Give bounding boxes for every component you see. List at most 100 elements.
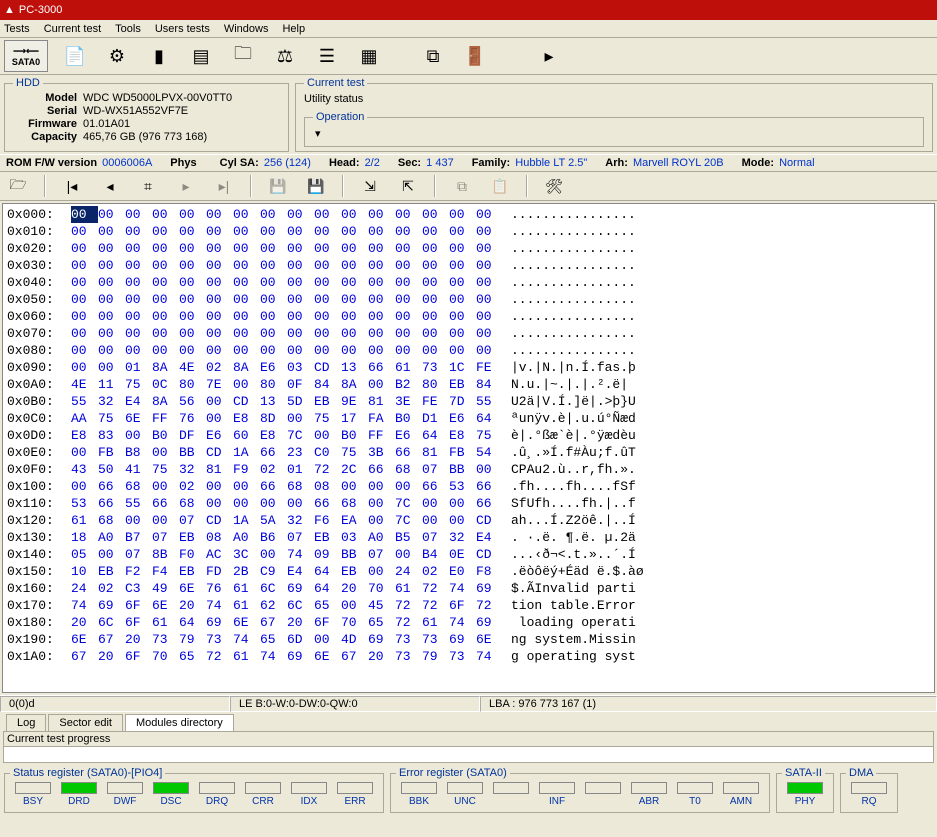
tools-icon[interactable]: 🛠 — [542, 174, 566, 198]
goto-icon[interactable]: ⌗ — [136, 174, 160, 198]
flag-drq: DRQ — [194, 782, 240, 807]
hex-editor[interactable]: 0x000:00000000000000000000000000000000..… — [2, 203, 935, 693]
hex-row[interactable]: 0x010:00000000000000000000000000000000..… — [7, 223, 930, 240]
error-register: Error register (SATA0) BBKUNCINFABRT0AMN — [390, 767, 770, 813]
hex-row[interactable]: 0x100:00666800020000666808000000665366.f… — [7, 478, 930, 495]
menu-current-test[interactable]: Current test — [44, 23, 101, 35]
tab-modules-directory[interactable]: Modules directory — [125, 714, 234, 731]
hdd-firmware: 01.01A01 — [83, 118, 130, 130]
play-icon[interactable]: ▸ — [534, 40, 564, 72]
balance-icon[interactable]: ⚖ — [270, 40, 300, 72]
mode: Normal — [779, 157, 814, 169]
hex-row[interactable]: 0x0A0:4E11750C807E00800F848A00B280EB84N.… — [7, 376, 930, 393]
savesel-icon[interactable]: 💾 — [304, 174, 328, 198]
menu-help[interactable]: Help — [282, 23, 305, 35]
current-test-panel: Current test Utility status Operation ▾ — [295, 77, 933, 152]
hex-toolbar: 🗁 |◂ ◂ ⌗ ▸ ▸| 💾 💾 ⇲ ⇱ ⧉ 📋 🛠 — [0, 172, 937, 201]
copy-icon[interactable]: ⧉ — [450, 174, 474, 198]
dma-register: DMA RQ — [840, 767, 898, 813]
tab-log[interactable]: Log — [6, 714, 46, 731]
ct-legend: Current test — [304, 77, 367, 89]
hex-row[interactable]: 0x020:00000000000000000000000000000000..… — [7, 240, 930, 257]
hex-row[interactable]: 0x0F0:435041753281F90201722C666807BB00CP… — [7, 461, 930, 478]
hex-row[interactable]: 0x130:18A0B707EB08A0B607EB03A0B50732E4. … — [7, 529, 930, 546]
chevron-down-icon: ▾ — [315, 128, 321, 140]
doc-icon[interactable]: 📄 — [60, 40, 90, 72]
registers-panel: Status register (SATA0)-[PIO4] BSYDRDDWF… — [0, 763, 937, 817]
status-lba: LBA : 976 773 167 (1) — [480, 696, 937, 712]
rom-version: 0006006A — [102, 157, 152, 169]
hex-row[interactable]: 0x060:00000000000000000000000000000000..… — [7, 308, 930, 325]
flag-dsc: DSC — [148, 782, 194, 807]
hex-row[interactable]: 0x190:6E672073797374656D004D697373696Eng… — [7, 631, 930, 648]
stack-icon[interactable]: ☰ — [312, 40, 342, 72]
head: 2/2 — [365, 157, 380, 169]
first-icon[interactable]: |◂ — [60, 174, 84, 198]
tab-sector-edit[interactable]: Sector edit — [48, 714, 123, 731]
sata0-button[interactable]: ⟶⟵ SATA0 — [4, 40, 48, 72]
family: Hubble LT 2.5" — [515, 157, 587, 169]
hex-row[interactable]: 0x070:00000000000000000000000000000000..… — [7, 325, 930, 342]
hex-row[interactable]: 0x180:206C6F6164696E67206F706572617469 l… — [7, 614, 930, 631]
flag-blank — [488, 782, 534, 807]
hex-row[interactable]: 0x140:0500078BF0AC3C007409BB0700B40ECD..… — [7, 546, 930, 563]
hdd-capacity: 465,76 GB (976 773 168) — [83, 131, 207, 143]
flag-crr: CRR — [240, 782, 286, 807]
hdd-legend: HDD — [13, 77, 43, 89]
folder-icon[interactable]: 🗀 — [228, 40, 258, 72]
grid-icon[interactable]: ▦ — [354, 40, 384, 72]
app-logo-icon: ▲ — [4, 4, 15, 16]
last-icon[interactable]: ▸| — [212, 174, 236, 198]
import-icon[interactable]: ⇲ — [358, 174, 382, 198]
hex-row[interactable]: 0x090:0000018A4E028AE603CD136661731CFE|v… — [7, 359, 930, 376]
flag-unc: UNC — [442, 782, 488, 807]
exit-icon[interactable]: 🚪 — [460, 40, 490, 72]
paste-icon[interactable]: 📋 — [488, 174, 512, 198]
hex-row[interactable]: 0x0D0:E88300B0DFE660E87C00B0FFE664E875è|… — [7, 427, 930, 444]
next-icon[interactable]: ▸ — [174, 174, 198, 198]
hex-row[interactable]: 0x080:00000000000000000000000000000000..… — [7, 342, 930, 359]
save-icon[interactable]: 💾 — [266, 174, 290, 198]
hex-row[interactable]: 0x120:6168000007CD1A5A32F6EA007C0000CDah… — [7, 512, 930, 529]
prev-icon[interactable]: ◂ — [98, 174, 122, 198]
hex-row[interactable]: 0x0B0:5532E48A5600CD135DEB9E813EFE7D55U2… — [7, 393, 930, 410]
main-toolbar: ⟶⟵ SATA0 📄 ⚙ ▮ ▤ 🗀 ⚖ ☰ ▦ ⧉ 🚪 ▸ — [0, 38, 937, 75]
hex-row[interactable]: 0x000:00000000000000000000000000000000..… — [7, 206, 930, 223]
progress-label: Current test progress — [4, 732, 933, 746]
gear-icon[interactable]: ⚙ — [102, 40, 132, 72]
flag-t0: T0 — [672, 782, 718, 807]
hdd-serial: WD-WX51A552VF7E — [83, 105, 188, 117]
operation-dropdown[interactable]: ▾ — [313, 125, 915, 142]
flag-inf: INF — [534, 782, 580, 807]
flag-bsy: BSY — [10, 782, 56, 807]
menu-tools[interactable]: Tools — [115, 23, 141, 35]
hex-row[interactable]: 0x050:00000000000000000000000000000000..… — [7, 291, 930, 308]
menu-users-tests[interactable]: Users tests — [155, 23, 210, 35]
chip-icon[interactable]: ▮ — [144, 40, 174, 72]
module-icon[interactable]: ▤ — [186, 40, 216, 72]
menu-tests[interactable]: Tests — [4, 23, 30, 35]
flag-blank — [580, 782, 626, 807]
status-le: LE B:0-W:0-DW:0-QW:0 — [230, 696, 480, 712]
hex-row[interactable]: 0x040:00000000000000000000000000000000..… — [7, 274, 930, 291]
hex-row[interactable]: 0x1A0:67206F7065726174696E672073797374g … — [7, 648, 930, 665]
hex-row[interactable]: 0x150:10EBF2F4EBFD2BC9E464EB002402E0F8.ë… — [7, 563, 930, 580]
hex-row[interactable]: 0x110:5366556668000000006668007C000066Sf… — [7, 495, 930, 512]
hex-row[interactable]: 0x0C0:AA756EFF7600E88D007517FAB0D1E664ªu… — [7, 410, 930, 427]
open-icon[interactable]: 🗁 — [6, 174, 30, 198]
app-title: PC-3000 — [19, 4, 62, 16]
hex-row[interactable]: 0x170:74696F6E207461626C65004572726F72ti… — [7, 597, 930, 614]
progress-panel: Current test progress — [3, 731, 934, 763]
menu-windows[interactable]: Windows — [224, 23, 269, 35]
hex-row[interactable]: 0x030:00000000000000000000000000000000..… — [7, 257, 930, 274]
export-icon[interactable]: ⇱ — [396, 174, 420, 198]
hdd-panel: HDD ModelWDC WD5000LPVX-00V0TT0 SerialWD… — [4, 77, 289, 152]
status-offset: 0(0)d — [0, 696, 230, 712]
bottom-tabs: Log Sector edit Modules directory — [0, 712, 937, 731]
flag-phy: PHY — [782, 782, 828, 807]
titlebar: ▲ PC-3000 — [0, 0, 937, 20]
copy-icon[interactable]: ⧉ — [418, 40, 448, 72]
flag-idx: IDX — [286, 782, 332, 807]
hex-row[interactable]: 0x160:2402C3496E76616C6964207061727469$.… — [7, 580, 930, 597]
hex-row[interactable]: 0x0E0:00FBB800BBCD1A6623C0753B6681FB54.û… — [7, 444, 930, 461]
